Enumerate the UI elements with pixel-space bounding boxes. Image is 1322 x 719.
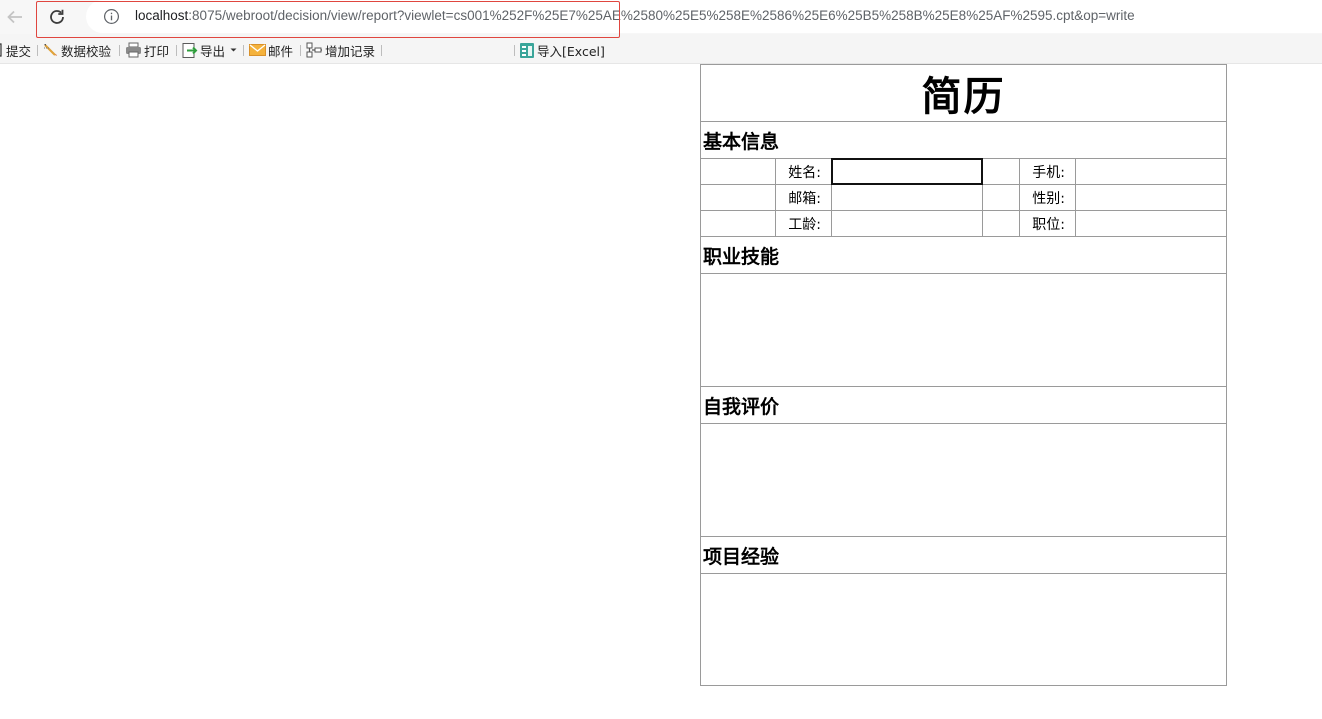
print-button[interactable]: 打印 (125, 41, 169, 59)
print-label: 打印 (144, 43, 170, 59)
validate-button[interactable]: 数据校验 (43, 41, 111, 59)
name-label: 姓名: (776, 159, 832, 184)
export-button[interactable]: 导出 (182, 41, 240, 59)
mail-icon (249, 44, 266, 56)
section-basic-info: 基本信息 (701, 122, 1226, 159)
toolbar-separator (381, 45, 382, 56)
position-label: 职位: (1020, 211, 1076, 236)
toolbar-separator (176, 45, 177, 56)
add-record-label: 增加记录 (325, 43, 376, 59)
export-label: 导出 (200, 43, 226, 59)
seniority-input[interactable] (832, 211, 983, 236)
import-excel-button[interactable]: 导入[Excel] (519, 41, 605, 59)
toolbar-separator (300, 45, 301, 56)
caret-down-icon (230, 48, 237, 52)
resume-report-sheet: 简历 基本信息 姓名: 手机: 邮箱: 性别: 工龄: 职位: 职业技能 自我评… (700, 64, 1227, 686)
section-self-evaluation: 自我评价 (701, 387, 1226, 424)
toolbar-separator (119, 45, 120, 56)
submit-label: 提交 (6, 43, 32, 59)
info-row-3: 工龄: 职位: (701, 211, 1226, 237)
email-label: 邮箱: (776, 185, 832, 210)
blank-cell[interactable] (701, 185, 776, 210)
name-input[interactable] (831, 158, 983, 185)
report-title: 简历 (701, 65, 1226, 122)
export-icon (182, 42, 198, 58)
toolbar-highlight-box (36, 1, 620, 38)
toolbar-separator (243, 45, 244, 56)
add-row-icon (306, 42, 322, 58)
back-button[interactable] (2, 4, 28, 30)
gender-label: 性别: (1020, 185, 1076, 210)
email-input[interactable] (832, 185, 983, 210)
toolbar-separator (37, 45, 38, 56)
add-record-button[interactable]: 增加记录 (306, 41, 375, 59)
blank-cell[interactable] (983, 211, 1020, 236)
seniority-label: 工龄: (776, 211, 832, 236)
gender-input[interactable] (1076, 185, 1226, 210)
section-skills: 职业技能 (701, 237, 1226, 274)
self-evaluation-input-area[interactable] (701, 424, 1226, 537)
info-row-1: 姓名: 手机: (701, 158, 1226, 185)
blank-cell[interactable] (983, 159, 1020, 184)
arrow-left-icon (7, 10, 22, 24)
section-project-experience: 项目经验 (701, 537, 1226, 574)
position-input[interactable] (1076, 211, 1226, 236)
excel-icon (520, 42, 534, 58)
blank-cell[interactable] (983, 185, 1020, 210)
phone-label: 手机: (1020, 159, 1076, 184)
validate-label: 数据校验 (61, 43, 112, 59)
blank-cell[interactable] (701, 159, 776, 184)
project-experience-input-area[interactable] (701, 574, 1226, 687)
toolbar-separator (514, 45, 515, 56)
import-excel-label: 导入[Excel] (537, 43, 605, 59)
email-button[interactable]: 邮件 (249, 41, 293, 59)
submit-button[interactable]: 提交 (0, 41, 31, 59)
info-row-2: 邮箱: 性别: (701, 185, 1226, 211)
pencil-check-icon (44, 44, 57, 56)
report-toolbar: 提交 数据校验 打印 导出 邮件 增加记录 导入[Excel] (0, 34, 1322, 64)
submit-icon (0, 43, 2, 57)
email-label: 邮件 (268, 43, 294, 59)
blank-cell[interactable] (701, 211, 776, 236)
phone-input[interactable] (1076, 159, 1226, 184)
printer-icon (126, 42, 141, 58)
skills-input-area[interactable] (701, 274, 1226, 387)
